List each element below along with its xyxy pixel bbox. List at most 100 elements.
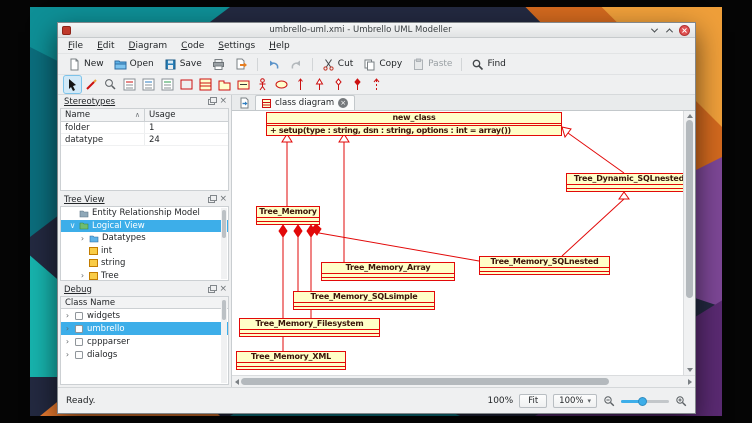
fit-button[interactable]: Fit [519,394,547,408]
checkbox[interactable] [75,325,83,333]
tree-item-tree[interactable]: › Tree [61,270,228,282]
paste-button[interactable]: Paste [407,56,457,73]
expander-closed-icon[interactable]: › [79,271,86,280]
tree-item-int[interactable]: int [61,245,228,258]
debug-item-widgets[interactable]: › widgets [61,309,228,322]
menu-file[interactable]: File [61,39,90,53]
tool-class[interactable] [197,76,214,93]
close-dock-icon[interactable]: × [219,97,227,106]
float-dock-icon[interactable] [208,99,215,105]
debug-item-umbrello[interactable]: › umbrello [61,322,228,335]
scrollbar-thumb[interactable] [686,120,693,298]
zoom-slider[interactable] [621,395,669,407]
copy-button[interactable]: Copy [358,56,407,73]
tool-pointer[interactable] [64,76,81,93]
scrollbar-thumb[interactable] [222,210,226,238]
tool-package[interactable] [216,76,233,93]
uml-class-tree-memory-filesystem[interactable]: Tree_Memory_Filesystem [239,318,380,337]
column-header-usage[interactable]: Usage [145,109,228,121]
tool-actor[interactable] [254,76,271,93]
tab-class-diagram[interactable]: class diagram × [255,95,355,110]
tool-datatype-list[interactable] [121,76,138,93]
menu-help[interactable]: Help [262,39,297,53]
column-header-class-name[interactable]: Class Name [61,297,228,309]
tree-item-logical-view[interactable]: ∨ Logical View [61,220,228,233]
scroll-left-icon[interactable] [235,379,239,385]
table-row[interactable]: datatype 24 [61,134,228,146]
expander-open-icon[interactable]: ∨ [69,221,76,230]
tab-close-icon[interactable]: × [338,98,348,108]
tree-view-dock-header[interactable]: Tree View × [58,193,231,206]
cut-button[interactable]: Cut [317,56,359,73]
vertical-scrollbar[interactable] [683,111,695,375]
undo-button[interactable] [262,56,285,73]
tool-generalization[interactable] [311,76,328,93]
menu-settings[interactable]: Settings [211,39,262,53]
tool-usecase[interactable] [273,76,290,93]
column-header-name[interactable]: Name ∧ [61,109,145,121]
debug-item-dialogs[interactable]: › dialogs [61,348,228,361]
tool-object[interactable] [235,76,252,93]
close-button[interactable]: × [678,24,691,37]
expander-closed-icon[interactable]: › [79,234,86,243]
float-dock-icon[interactable] [208,197,215,203]
horizontal-scrollbar[interactable] [232,375,695,387]
debug-scrollbar[interactable] [221,298,227,383]
tool-pen[interactable] [83,76,100,93]
tool-box[interactable] [178,76,195,93]
expander-closed-icon[interactable]: › [64,324,71,333]
debug-item-cppparser[interactable]: › cppparser [61,335,228,348]
find-button[interactable]: Find [466,56,510,73]
tree-item-string[interactable]: string [61,257,228,270]
print-button[interactable] [207,56,230,73]
expander-closed-icon[interactable]: › [64,311,71,320]
float-dock-icon[interactable] [208,287,215,293]
uml-class-tree-dynamic-sqlnested[interactable]: Tree_Dynamic_SQLnested [566,173,683,192]
new-button[interactable]: New [63,56,109,73]
minimize-button[interactable] [648,24,661,37]
checkbox[interactable] [75,312,83,320]
uml-class-tree-memory-xml[interactable]: Tree_Memory_XML [236,351,346,370]
redo-button[interactable] [285,56,308,73]
scrollbar-thumb[interactable] [222,300,226,320]
table-row[interactable]: folder 1 [61,122,228,134]
checkbox[interactable] [75,351,83,359]
menu-code[interactable]: Code [174,39,211,53]
menu-edit[interactable]: Edit [90,39,121,53]
expander-closed-icon[interactable]: › [64,337,71,346]
tree-item-entity-relationship-model[interactable]: Entity Relationship Model [61,207,228,220]
debug-dock-header[interactable]: Debug × [58,283,231,296]
zoom-out-icon[interactable] [603,395,615,407]
tree-item-datatypes[interactable]: › Datatypes [61,232,228,245]
zoom-in-icon[interactable] [675,395,687,407]
checkbox[interactable] [75,338,83,346]
uml-class-tree-memory-sqlsimple[interactable]: Tree_Memory_SQLsimple [293,291,435,310]
save-button[interactable]: Save [159,56,207,73]
export-button[interactable] [230,56,253,73]
uml-class-tree-memory[interactable]: Tree_Memory [256,206,320,225]
zoom-combo[interactable]: 100% ▾ [553,394,597,408]
scroll-down-icon[interactable] [687,368,693,372]
tool-association[interactable] [292,76,309,93]
scrollbar-thumb[interactable] [241,378,609,385]
tool-composition[interactable] [349,76,366,93]
tree-scrollbar[interactable] [221,208,227,279]
scroll-right-icon[interactable] [688,379,692,385]
close-dock-icon[interactable]: × [219,195,227,204]
uml-class-tree-memory-array[interactable]: Tree_Memory_Array [321,262,455,281]
slider-handle[interactable] [638,397,647,406]
diagram-nav-button[interactable] [235,96,253,110]
tool-magnifier[interactable] [102,76,119,93]
expander-closed-icon[interactable]: › [64,350,71,359]
scroll-up-icon[interactable] [687,114,693,118]
stereotypes-dock-header[interactable]: Stereotypes × [58,95,231,108]
diagram-canvas[interactable]: new_class + setup(type : string, dsn : s… [232,111,683,375]
tool-entity-list[interactable] [159,76,176,93]
tool-enum-list[interactable] [140,76,157,93]
tool-dependency[interactable] [368,76,385,93]
menu-diagram[interactable]: Diagram [122,39,175,53]
open-button[interactable]: Open [109,56,159,73]
close-dock-icon[interactable]: × [219,285,227,294]
uml-class-tree-memory-sqlnested[interactable]: Tree_Memory_SQLnested [479,256,610,275]
uml-class-new_class[interactable]: new_class + setup(type : string, dsn : s… [266,112,562,136]
